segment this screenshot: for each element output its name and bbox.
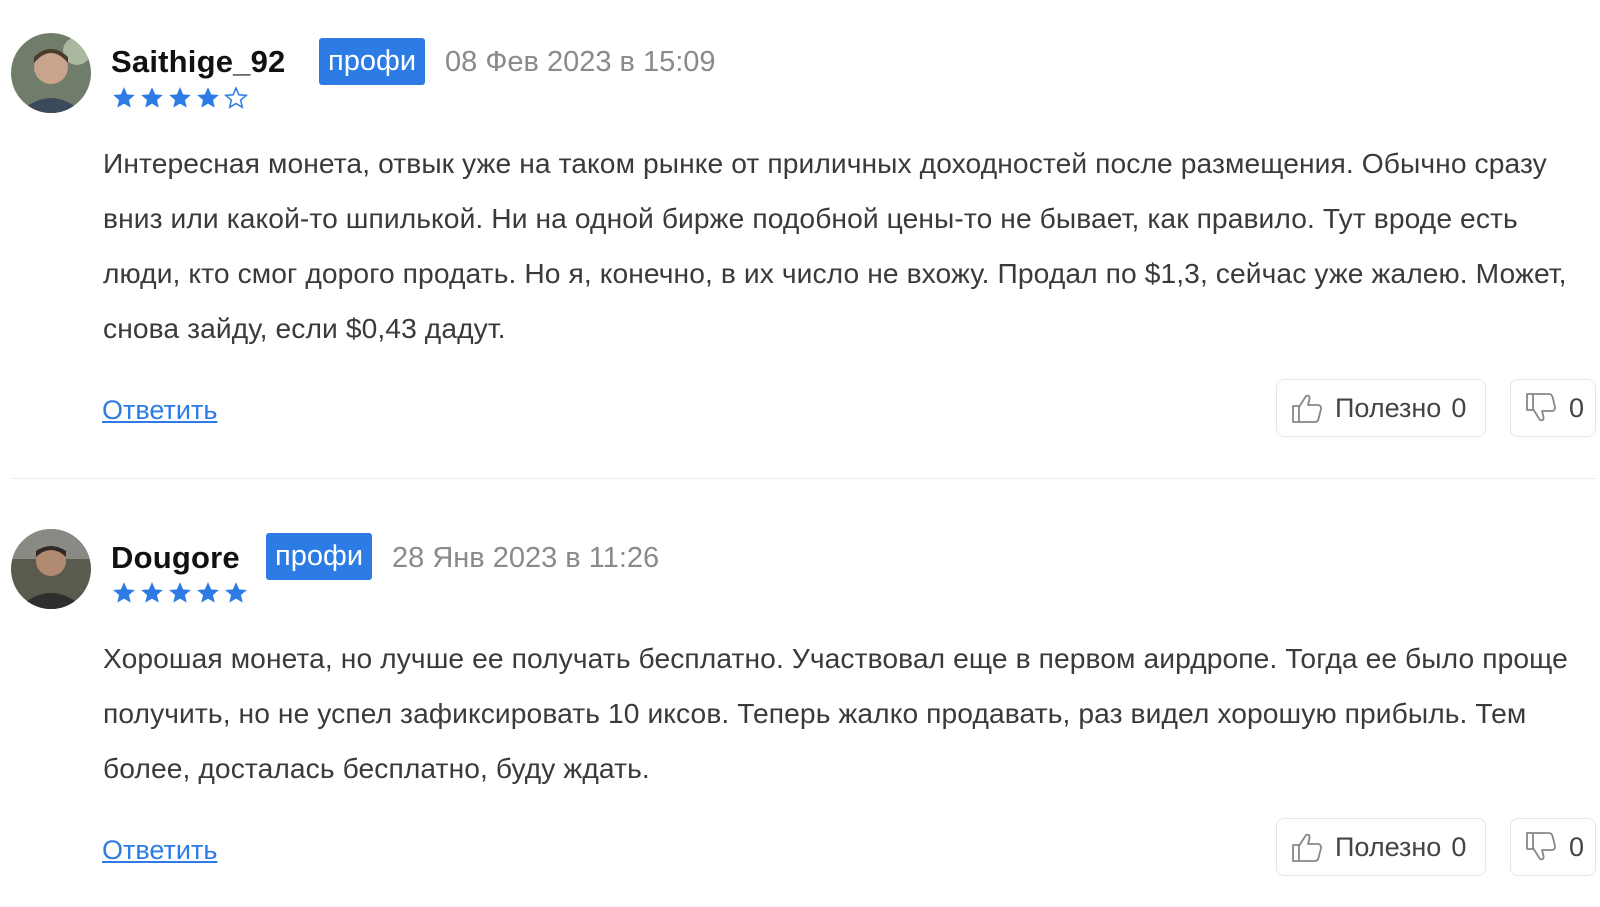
star-filled-icon <box>141 582 163 603</box>
thumbs-up-icon <box>1292 394 1322 423</box>
rating-stars <box>111 85 249 113</box>
star-filled-icon <box>197 87 219 108</box>
useful-label: Полезно <box>1335 392 1442 423</box>
rating-stars <box>111 580 249 608</box>
thumbs-up-icon <box>1292 833 1322 862</box>
star-filled-icon <box>197 582 219 603</box>
comment-text: Хорошая монета, но лучше ее получать бес… <box>103 642 1568 784</box>
avatar[interactable] <box>11 529 91 609</box>
thumbs-down-icon <box>1526 393 1556 422</box>
star-filled-icon <box>169 87 191 108</box>
username[interactable]: Dougore <box>111 540 240 576</box>
dislike-count: 0 <box>1569 392 1585 423</box>
reply-link[interactable]: Ответить <box>102 393 217 427</box>
avatar[interactable] <box>11 33 91 113</box>
useful-count: 0 <box>1451 831 1467 862</box>
comment-date: 28 Янв 2023 в 11:26 <box>392 542 660 574</box>
dislike-button[interactable]: 0 <box>1510 818 1596 876</box>
comment-date: 08 Фев 2023 в 15:09 <box>445 46 716 78</box>
useful-count: 0 <box>1451 392 1467 423</box>
useful-label: Полезно <box>1335 831 1442 862</box>
star-filled-icon <box>113 582 135 603</box>
dislike-button[interactable]: 0 <box>1510 379 1596 437</box>
star-filled-icon <box>169 582 191 603</box>
pro-badge: профи <box>266 533 373 580</box>
comment-text: Интересная монета, отвык уже на таком ры… <box>103 147 1567 344</box>
comment-divider <box>11 478 1596 479</box>
pro-badge: профи <box>319 38 426 85</box>
thumbs-down-icon <box>1526 832 1556 861</box>
star-empty-icon <box>223 86 249 109</box>
dislike-count: 0 <box>1569 831 1585 862</box>
username[interactable]: Saithige_92 <box>111 44 286 80</box>
reply-link[interactable]: Ответить <box>102 833 217 867</box>
star-filled-icon <box>113 87 135 108</box>
star-filled-icon <box>141 87 163 108</box>
star-filled-icon <box>225 582 247 603</box>
useful-button[interactable]: Полезно 0 <box>1276 818 1486 876</box>
useful-button[interactable]: Полезно 0 <box>1276 379 1486 437</box>
